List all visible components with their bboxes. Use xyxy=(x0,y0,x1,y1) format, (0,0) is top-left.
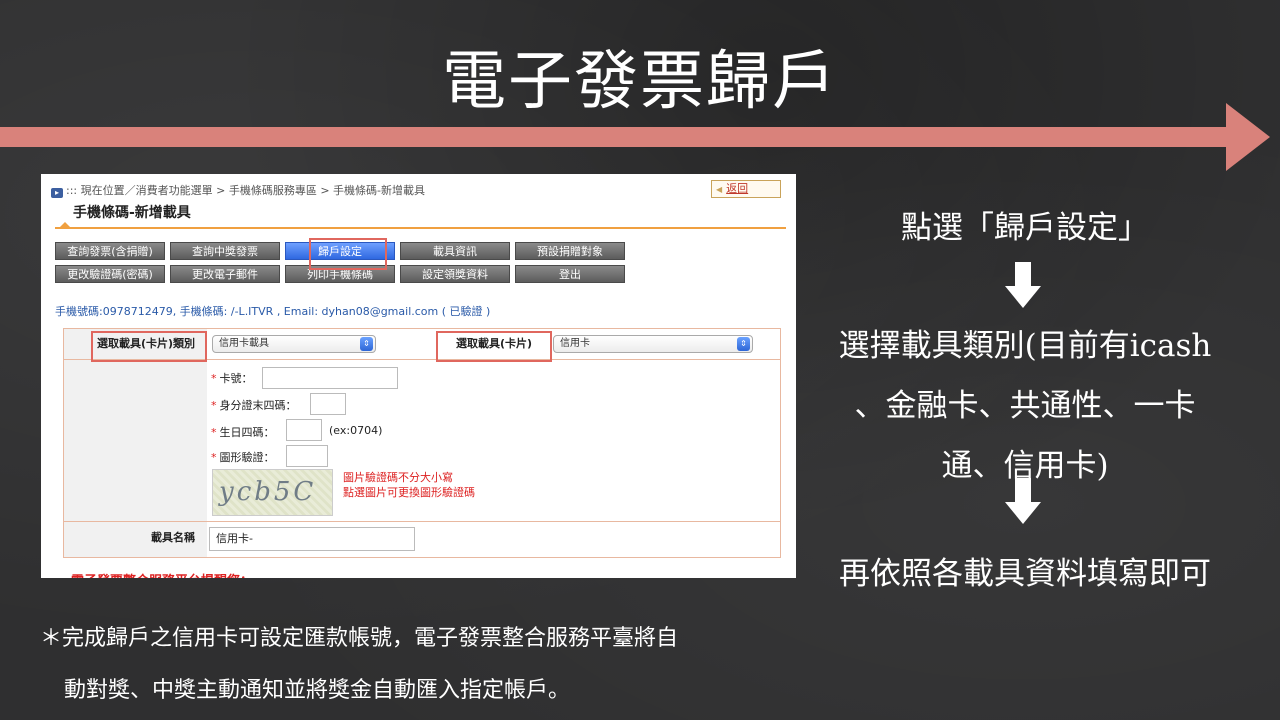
note-line2: 動對獎、中獎主動通知並將獎金自動匯入指定帳戶。 xyxy=(64,678,571,703)
location-icon: ▸ xyxy=(51,188,63,198)
slide-title: 電子發票歸戶 xyxy=(442,45,838,119)
select-chevron-icon: ⇕ xyxy=(737,337,750,351)
menu-change-password[interactable]: 更改驗證碼(密碼) xyxy=(55,265,165,283)
carrier-name-label: 載具名稱 xyxy=(151,531,195,544)
back-label: 返回 xyxy=(726,182,749,195)
title-divider-marker xyxy=(59,222,71,228)
highlight-box-carrier-type xyxy=(91,331,207,362)
page-title: 手機條碼-新增載具 xyxy=(73,205,191,221)
step-fill-data: 再依照各載具資料填寫即可 xyxy=(839,556,1211,592)
form-row-divider xyxy=(64,521,781,522)
captcha-note: 圖片驗證碼不分大小寫 點選圖片可更換圖形驗證碼 xyxy=(343,471,475,499)
birthday-label: * 生日四碼： xyxy=(211,426,275,439)
arrow-down-icon xyxy=(1005,478,1041,526)
user-info: 手機號碼:0978712479, 手機條碼: /-L.ITVR , Email:… xyxy=(55,305,491,318)
arrow-right-icon xyxy=(1226,103,1270,171)
platform-reminder-heading: 電子發票整合服務平台提醒您： xyxy=(71,570,253,578)
step-select-carrier-line2: 、金融卡、共通性、一卡 xyxy=(854,388,1196,424)
back-button[interactable]: ◀ 返回 xyxy=(711,180,781,198)
decorative-arrow-bar xyxy=(0,127,1232,147)
menu-default-donation[interactable]: 預設捐贈對象 xyxy=(515,242,625,260)
menu-carrier-info[interactable]: 載具資訊 xyxy=(400,242,510,260)
carrier-name-input[interactable]: 信用卡- xyxy=(209,527,415,551)
menu-query-winning[interactable]: 查詢中獎發票 xyxy=(170,242,280,260)
birthday-input[interactable] xyxy=(286,419,322,441)
card-number-label: * 卡號： xyxy=(211,372,253,385)
captcha-label: * 圖形驗證： xyxy=(211,451,275,464)
title-divider xyxy=(55,227,786,229)
breadcrumb-text: ::: 現在位置／消費者功能選單 > 手機條碼服務專區 > 手機條碼-新增載具 xyxy=(66,184,426,197)
menu-logout[interactable]: 登出 xyxy=(515,265,625,283)
menu-query-invoices[interactable]: 查詢發票(含捐贈) xyxy=(55,242,165,260)
step-click-carrier-setting: 點選「歸戶設定」 xyxy=(901,210,1149,246)
highlight-box-carrier-setting xyxy=(309,238,387,270)
select-chevron-icon: ⇕ xyxy=(360,337,373,351)
menu-prize-settings[interactable]: 設定領獎資料 xyxy=(400,265,510,283)
carrier-card-value: 信用卡 xyxy=(560,338,590,349)
id-last4-input[interactable] xyxy=(310,393,346,415)
id-last4-label: * 身分證末四碼： xyxy=(211,399,297,412)
embedded-screenshot: ▸::: 現在位置／消費者功能選單 > 手機條碼服務專區 > 手機條碼-新增載具… xyxy=(41,174,796,578)
carrier-card-select[interactable]: 信用卡 ⇕ xyxy=(553,335,753,353)
menu-change-email[interactable]: 更改電子郵件 xyxy=(170,265,280,283)
captcha-input[interactable] xyxy=(286,445,328,467)
note-line1: ＊完成歸戶之信用卡可設定匯款帳號，電子發票整合服務平臺將自 xyxy=(40,626,679,651)
form-label-column xyxy=(64,329,207,557)
birthday-hint: (ex:0704) xyxy=(329,424,383,437)
carrier-type-select[interactable]: 信用卡載具 ⇕ xyxy=(212,335,376,353)
back-triangle-icon: ◀ xyxy=(716,185,723,194)
step-select-carrier-line1: 選擇載具類別(目前有icash xyxy=(838,328,1212,364)
arrow-down-icon xyxy=(1005,262,1041,310)
highlight-box-carrier-card xyxy=(436,331,552,362)
card-number-input[interactable] xyxy=(262,367,398,389)
captcha-image[interactable]: ycb5C xyxy=(212,469,333,516)
carrier-type-value: 信用卡載具 xyxy=(219,338,269,349)
breadcrumb: ▸::: 現在位置／消費者功能選單 > 手機條碼服務專區 > 手機條碼-新增載具 xyxy=(51,182,425,198)
